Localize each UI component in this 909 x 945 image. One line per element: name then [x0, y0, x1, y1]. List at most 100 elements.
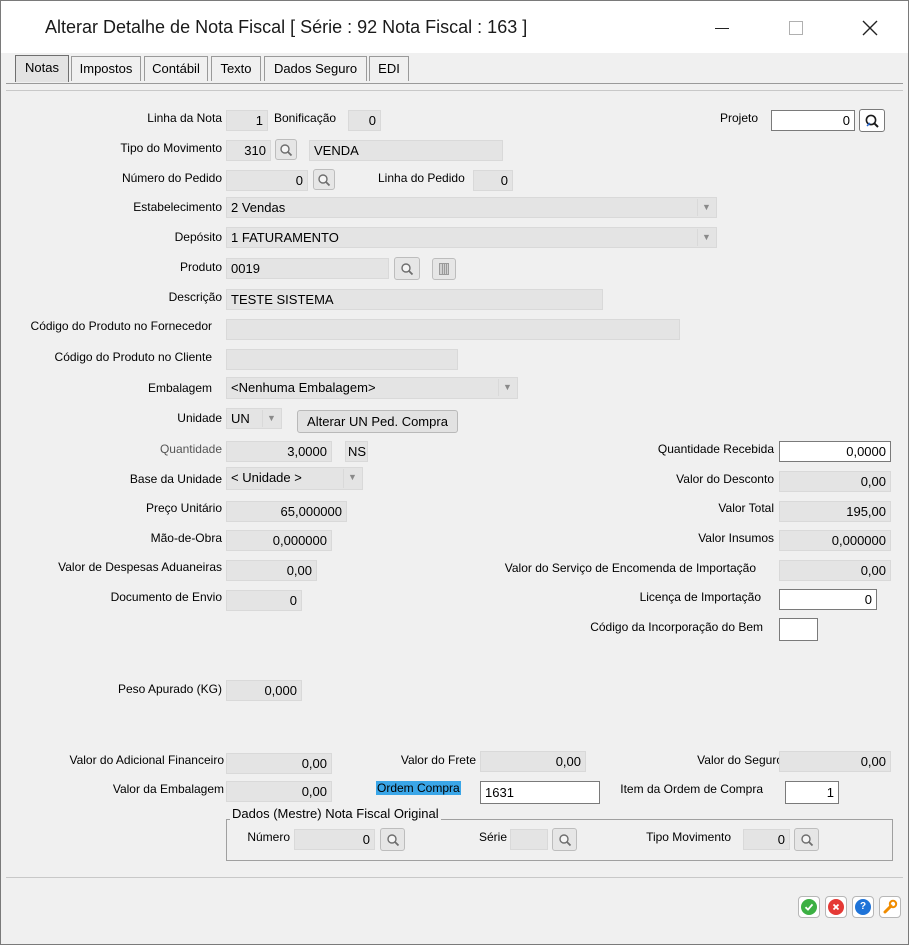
cancel-button[interactable] [825, 896, 847, 918]
label-cod-prod-cliente: Código do Produto no Cliente [54, 350, 212, 364]
valor-desconto-field[interactable]: 0,00 [779, 471, 891, 492]
item-ordem-compra-field[interactable]: 1 [785, 781, 839, 804]
numero-pedido-field[interactable]: 0 [226, 170, 308, 191]
chevron-down-icon: ▼ [343, 469, 361, 488]
cod-prod-cliente-field[interactable] [226, 349, 458, 370]
base-unidade-select[interactable]: < Unidade > ▼ [226, 467, 363, 490]
bonificacao-field[interactable]: 0 [348, 110, 381, 131]
label-codigo-incorporacao: Código da Incorporação do Bem [590, 620, 763, 634]
nf-original-group-title: Dados (Mestre) Nota Fiscal Original [230, 806, 441, 821]
label-licenca-importacao: Licença de Importação [639, 590, 761, 604]
quantidade-recebida-field[interactable]: 0,0000 [779, 441, 891, 462]
label-linha-pedido: Linha do Pedido [378, 171, 465, 185]
label-projeto: Projeto [720, 111, 759, 125]
nf-serie-field[interactable] [510, 829, 548, 850]
chevron-down-icon: ▼ [697, 199, 715, 216]
label-valor-total: Valor Total [718, 501, 774, 515]
despesas-aduaneiras-field[interactable]: 0,00 [226, 560, 317, 581]
ordem-compra-field[interactable]: 1631 [480, 781, 600, 804]
descricao-field[interactable]: TESTE SISTEMA [226, 289, 603, 310]
check-icon [801, 899, 817, 915]
tools-button[interactable] [879, 896, 901, 918]
tab-texto[interactable]: Texto [211, 56, 261, 81]
label-numero-pedido: Número do Pedido [121, 171, 222, 185]
valor-total-field[interactable]: 195,00 [779, 501, 891, 522]
label-estabelecimento: Estabelecimento [133, 200, 222, 214]
tab-contabil[interactable]: Contábil [144, 56, 208, 81]
ordem-compra-highlight: Ordem Compra [376, 781, 461, 795]
label-peso-apurado: Peso Apurado (KG) [117, 682, 222, 696]
documento-envio-field[interactable]: 0 [226, 590, 302, 611]
chevron-down-icon: ▼ [697, 229, 715, 246]
valor-insumos-field[interactable]: 0,000000 [779, 530, 891, 551]
cod-prod-fornecedor-field[interactable] [226, 319, 680, 340]
confirm-button[interactable] [798, 896, 820, 918]
valor-seguro-field[interactable]: 0,00 [779, 751, 891, 772]
help-button[interactable]: ? [852, 896, 874, 918]
linha-pedido-field[interactable]: 0 [473, 170, 513, 191]
chevron-down-icon: ▼ [262, 410, 280, 427]
label-mao-de-obra: Mão-de-Obra [150, 531, 222, 545]
title-bar: Alterar Detalhe de Nota Fiscal [ Série :… [1, 1, 908, 53]
label-cod-prod-fornecedor: Código do Produto no Fornecedor [30, 319, 212, 333]
produto-details-button[interactable] [432, 258, 456, 280]
peso-apurado-field[interactable]: 0,000 [226, 680, 302, 701]
preco-unitario-field[interactable]: 65,000000 [226, 501, 347, 522]
nf-numero-search-button[interactable] [380, 828, 405, 851]
search-icon [318, 173, 331, 186]
projeto-search-button[interactable] [859, 109, 885, 132]
tipo-movimento-desc-field: VENDA [309, 140, 503, 161]
cancel-icon [828, 899, 844, 915]
minimize-button[interactable] [699, 9, 745, 47]
maximize-button[interactable] [773, 9, 819, 47]
licenca-importacao-field[interactable]: 0 [779, 589, 877, 610]
quantidade-field[interactable]: 3,0000 [226, 441, 332, 462]
label-base-unidade: Base da Unidade [129, 472, 222, 486]
search-icon [280, 143, 293, 156]
codigo-incorporacao-field[interactable] [779, 618, 818, 641]
label-nf-serie: Série [478, 830, 507, 844]
search-icon [800, 833, 813, 846]
dialog-window: Alterar Detalhe de Nota Fiscal [ Série :… [0, 0, 909, 945]
nf-tipo-movimento-field[interactable]: 0 [743, 829, 790, 850]
tipo-movimento-code-field[interactable]: 310 [226, 140, 271, 161]
nf-serie-search-button[interactable] [552, 828, 577, 851]
numero-pedido-search-button[interactable] [313, 169, 335, 190]
valor-embalagem-field[interactable]: 0,00 [226, 781, 332, 802]
search-icon [386, 833, 399, 846]
tab-impostos[interactable]: Impostos [71, 56, 141, 81]
label-servico-encomenda: Valor do Serviço de Encomenda de Importa… [504, 561, 756, 575]
label-bonificacao: Bonificação [274, 111, 337, 125]
label-documento-envio: Documento de Envio [110, 590, 222, 604]
tab-notas[interactable]: Notas [15, 55, 69, 82]
deposito-select[interactable]: 1 FATURAMENTO ▼ [226, 227, 717, 248]
label-valor-desconto: Valor do Desconto [676, 472, 774, 486]
valor-frete-field[interactable]: 0,00 [480, 751, 586, 772]
tab-dados-seguro[interactable]: Dados Seguro [264, 56, 367, 81]
chevron-down-icon: ▼ [498, 379, 516, 396]
mao-de-obra-field[interactable]: 0,000000 [226, 530, 332, 551]
deposito-value: 1 FATURAMENTO [231, 230, 339, 245]
base-unidade-value: < Unidade > [231, 470, 302, 485]
produto-search-button[interactable] [394, 257, 420, 280]
servico-encomenda-field[interactable]: 0,00 [779, 560, 891, 581]
wrench-icon [883, 899, 898, 914]
close-button[interactable] [847, 9, 893, 47]
embalagem-select[interactable]: <Nenhuma Embalagem> ▼ [226, 377, 518, 399]
help-icon: ? [855, 899, 871, 915]
label-valor-seguro: Valor do Seguro [697, 753, 783, 767]
linha-nota-field[interactable]: 1 [226, 110, 268, 131]
projeto-field[interactable]: 0 [771, 110, 855, 131]
label-produto: Produto [179, 260, 222, 274]
estabelecimento-select[interactable]: 2 Vendas ▼ [226, 197, 717, 218]
adicional-financeiro-field[interactable]: 0,00 [226, 753, 332, 774]
tab-edi[interactable]: EDI [369, 56, 409, 81]
tipo-movimento-search-button[interactable] [275, 139, 297, 160]
nf-tipo-movimento-search-button[interactable] [794, 828, 819, 851]
alterar-un-ped-compra-button[interactable]: Alterar UN Ped. Compra [297, 410, 458, 433]
quantidade-unit-badge: NS [345, 441, 368, 462]
nf-numero-field[interactable]: 0 [294, 829, 375, 850]
produto-field[interactable]: 0019 [226, 258, 389, 279]
unidade-select[interactable]: UN ▼ [226, 408, 282, 429]
label-ordem-compra: Ordem Compra [376, 781, 461, 795]
